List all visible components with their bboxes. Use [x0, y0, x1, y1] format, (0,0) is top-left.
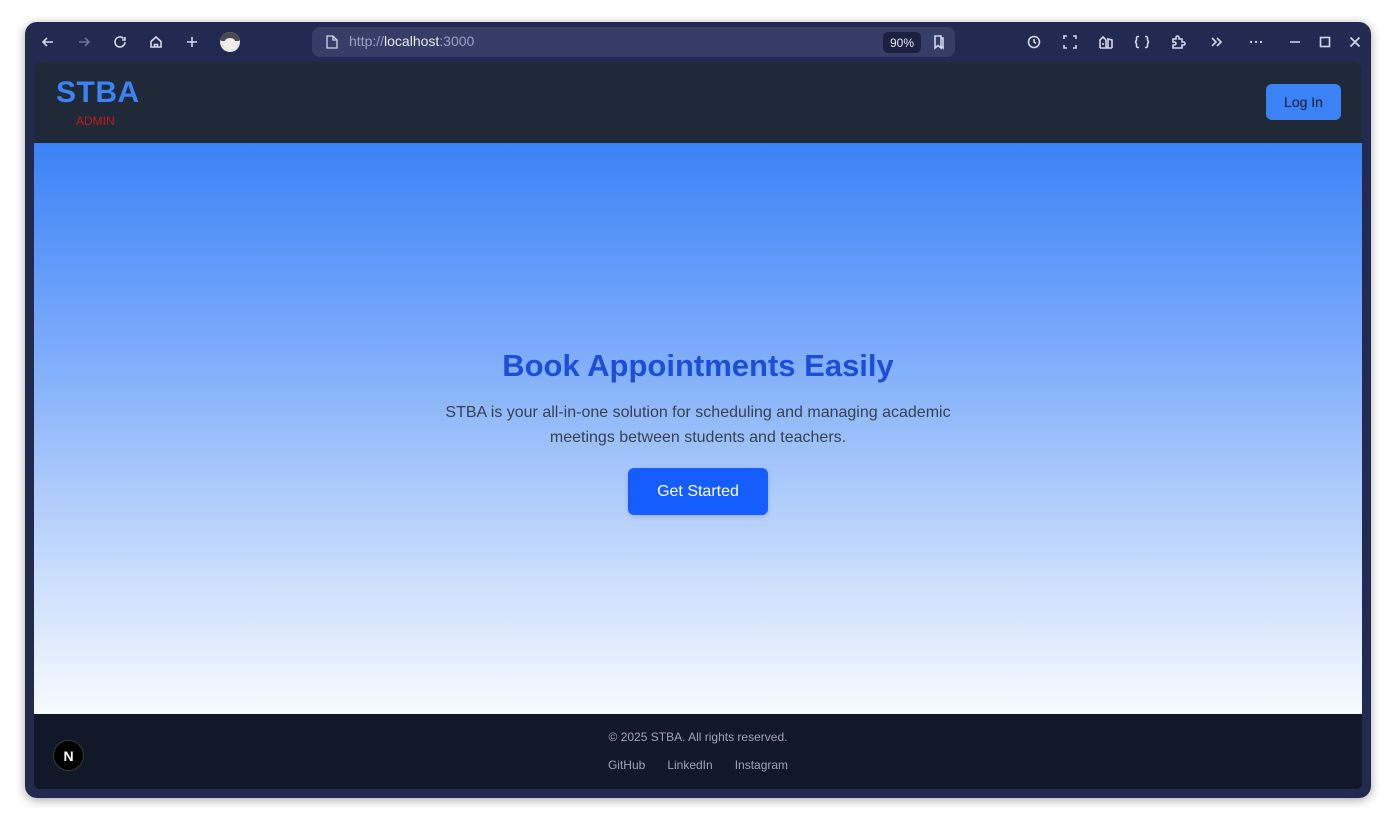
browser-window: http://localhost:3000 90% STBA ADMIN Log… — [25, 22, 1371, 798]
close-icon[interactable] — [1341, 28, 1369, 56]
overflow-chevrons-icon[interactable] — [1202, 28, 1230, 56]
url-host: localhost — [384, 33, 440, 49]
instagram-link[interactable]: Instagram — [735, 758, 788, 772]
back-icon[interactable] — [34, 28, 62, 56]
home-icon[interactable] — [142, 28, 170, 56]
site-footer: © 2025 STBA. All rights reserved. GitHub… — [34, 714, 1362, 789]
minimize-icon[interactable] — [1281, 28, 1309, 56]
url-scheme: http:// — [349, 33, 385, 49]
bookmark-icon[interactable] — [931, 34, 947, 50]
history-icon[interactable] — [1020, 28, 1048, 56]
url-text[interactable]: http://localhost:3000 — [349, 33, 474, 49]
maximize-icon[interactable] — [1311, 28, 1339, 56]
site-logo[interactable]: STBA — [56, 76, 140, 110]
reload-icon[interactable] — [106, 28, 134, 56]
profile-avatar[interactable] — [220, 32, 240, 52]
library-icon[interactable] — [1092, 28, 1120, 56]
zoom-badge[interactable]: 90% — [883, 32, 921, 53]
footer-links: GitHub LinkedIn Instagram — [34, 758, 1362, 772]
menu-icon[interactable] — [1242, 28, 1270, 56]
hero-description: STBA is your all-in-one solution for sch… — [445, 404, 951, 446]
get-started-button[interactable]: Get Started — [628, 468, 768, 515]
devtools-icon[interactable] — [1128, 28, 1156, 56]
logo-subtitle: ADMIN — [76, 114, 115, 128]
nextjs-dev-badge[interactable]: N — [53, 740, 84, 771]
page-icon — [326, 35, 338, 49]
login-button[interactable]: Log In — [1266, 84, 1341, 120]
site-header: STBA ADMIN Log In — [34, 62, 1362, 143]
browser-toolbar: http://localhost:3000 90% — [25, 22, 1371, 62]
url-bar[interactable]: http://localhost:3000 90% — [312, 27, 955, 57]
github-link[interactable]: GitHub — [608, 758, 645, 772]
copyright-text: © 2025 STBA. All rights reserved. — [608, 730, 788, 744]
page-viewport: STBA ADMIN Log In Book Appointments Easi… — [34, 62, 1362, 789]
url-port: :3000 — [439, 33, 475, 49]
hero-section: Book Appointments Easily STBA is your al… — [34, 143, 1362, 714]
hero-title: Book Appointments Easily — [502, 348, 894, 383]
new-tab-icon[interactable] — [178, 28, 206, 56]
extensions-icon[interactable] — [1164, 28, 1192, 56]
forward-icon[interactable] — [70, 28, 98, 56]
linkedin-link[interactable]: LinkedIn — [667, 758, 712, 772]
screenshot-icon[interactable] — [1056, 28, 1084, 56]
